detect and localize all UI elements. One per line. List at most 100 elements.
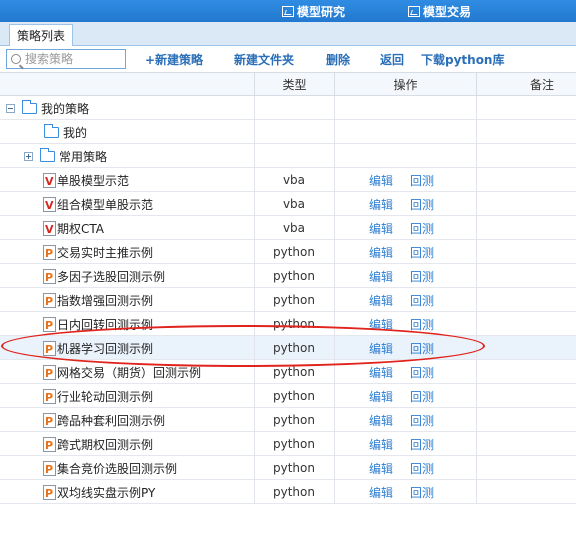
strategy-type: python [273, 461, 315, 475]
collapse-icon[interactable] [6, 103, 15, 113]
backtest-link[interactable]: 回测 [410, 408, 434, 432]
python-file-icon: P [43, 388, 56, 404]
chart-icon [408, 5, 420, 17]
strategy-name: 日内回转回测示例 [57, 317, 154, 332]
strategy-row[interactable]: P 日内回转回测示例 python 编辑 回测 [0, 312, 576, 336]
folder-icon [44, 123, 59, 138]
backtest-link[interactable]: 回测 [410, 336, 434, 360]
strategy-name: 行业轮动回测示例 [57, 389, 154, 404]
edit-link[interactable]: 编辑 [369, 336, 393, 360]
strategy-name: 机器学习回测示例 [57, 341, 154, 356]
tree-row-folder[interactable]: 常用策略 [0, 144, 576, 168]
strategy-tree-table: 我的策略 我的 常用策略 V 单股模型示范 vba 编辑 回测 V 组合模型单股示范 vba 编… [0, 96, 576, 504]
strategy-name: 组合模型单股示范 [57, 197, 154, 212]
expand-icon[interactable] [24, 151, 33, 161]
backtest-link[interactable]: 回测 [410, 456, 434, 480]
python-file-icon: P [43, 436, 56, 452]
folder-label: 常用策略 [59, 149, 108, 164]
backtest-link[interactable]: 回测 [410, 240, 434, 264]
header-note[interactable]: 备注 [476, 73, 576, 95]
table-header: 类型 操作 备注 [0, 72, 576, 96]
backtest-link[interactable]: 回测 [410, 432, 434, 456]
strategy-row[interactable]: P 集合竞价选股回测示例 python 编辑 回测 [0, 456, 576, 480]
top-bar: 模型研究 模型交易 [0, 0, 576, 22]
edit-link[interactable]: 编辑 [369, 432, 393, 456]
strategy-name: 集合竞价选股回测示例 [57, 461, 178, 476]
strategy-row[interactable]: P 双均线实盘示例PY python 编辑 回测 [0, 480, 576, 504]
folder-icon [22, 99, 37, 114]
python-file-icon: P [43, 460, 56, 476]
model-trading-label: 模型交易 [423, 4, 472, 19]
strategy-name: 多因子选股回测示例 [57, 269, 166, 284]
search-input[interactable] [25, 52, 121, 66]
model-research-label: 模型研究 [297, 4, 346, 19]
strategy-type: python [273, 365, 315, 379]
backtest-link[interactable]: 回测 [410, 216, 434, 240]
strategy-type: python [273, 413, 315, 427]
edit-link[interactable]: 编辑 [369, 480, 393, 504]
header-type[interactable]: 类型 [254, 73, 334, 95]
header-name [0, 73, 254, 95]
chart-icon [282, 5, 294, 17]
strategy-row[interactable]: V 期权CTA vba 编辑 回测 [0, 216, 576, 240]
tree-row-folder[interactable]: 我的 [0, 120, 576, 144]
python-file-icon: P [43, 340, 56, 356]
strategy-row[interactable]: P 跨式期权回测示例 python 编辑 回测 [0, 432, 576, 456]
strategy-name: 跨式期权回测示例 [57, 437, 154, 452]
strategy-row[interactable]: V 单股模型示范 vba 编辑 回测 [0, 168, 576, 192]
edit-link[interactable]: 编辑 [369, 408, 393, 432]
backtest-link[interactable]: 回测 [410, 480, 434, 504]
tree-row-folder[interactable]: 我的策略 [0, 96, 576, 120]
search-box[interactable] [6, 49, 126, 69]
strategy-row[interactable]: V 组合模型单股示范 vba 编辑 回测 [0, 192, 576, 216]
strategy-name: 网格交易（期货）回测示例 [57, 365, 202, 380]
backtest-link[interactable]: 回测 [410, 384, 434, 408]
backtest-link[interactable]: 回测 [410, 360, 434, 384]
delete-button[interactable]: 删除 [326, 49, 350, 69]
vba-file-icon: V [43, 220, 56, 236]
strategy-row[interactable]: P 多因子选股回测示例 python 编辑 回测 [0, 264, 576, 288]
edit-link[interactable]: 编辑 [369, 312, 393, 336]
model-trading-button[interactable]: 模型交易 [408, 0, 471, 22]
model-research-button[interactable]: 模型研究 [282, 0, 345, 22]
strategy-name: 跨品种套利回测示例 [57, 413, 166, 428]
strategy-type: vba [282, 221, 306, 235]
download-python-lib-button[interactable]: 下载python库 [421, 49, 504, 69]
edit-link[interactable]: 编辑 [369, 360, 393, 384]
new-strategy-button[interactable]: +新建策略 [145, 49, 203, 69]
backtest-link[interactable]: 回测 [410, 264, 434, 288]
python-file-icon: P [43, 244, 56, 260]
edit-link[interactable]: 编辑 [369, 168, 393, 192]
backtest-link[interactable]: 回测 [410, 312, 434, 336]
strategy-row[interactable]: P 网格交易（期货）回测示例 python 编辑 回测 [0, 360, 576, 384]
backtest-link[interactable]: 回测 [410, 288, 434, 312]
strategy-row[interactable]: P 交易实时主推示例 python 编辑 回测 [0, 240, 576, 264]
edit-link[interactable]: 编辑 [369, 456, 393, 480]
strategy-name: 双均线实盘示例PY [57, 485, 156, 500]
backtest-link[interactable]: 回测 [410, 192, 434, 216]
tab-bar: 策略列表 [0, 22, 576, 46]
strategy-row[interactable]: P 行业轮动回测示例 python 编辑 回测 [0, 384, 576, 408]
toolbar: +新建策略 新建文件夹 删除 返回 下载python库 [0, 46, 576, 72]
strategy-name: 交易实时主推示例 [57, 245, 154, 260]
edit-link[interactable]: 编辑 [369, 384, 393, 408]
edit-link[interactable]: 编辑 [369, 288, 393, 312]
edit-link[interactable]: 编辑 [369, 192, 393, 216]
folder-label: 我的策略 [41, 101, 90, 116]
strategy-name: 单股模型示范 [57, 173, 130, 188]
vba-file-icon: V [43, 196, 56, 212]
edit-link[interactable]: 编辑 [369, 216, 393, 240]
backtest-link[interactable]: 回测 [410, 168, 434, 192]
strategy-row[interactable]: P 跨品种套利回测示例 python 编辑 回测 [0, 408, 576, 432]
header-action[interactable]: 操作 [334, 73, 476, 95]
strategy-type: python [273, 389, 315, 403]
back-button[interactable]: 返回 [380, 49, 404, 69]
new-folder-button[interactable]: 新建文件夹 [234, 49, 294, 69]
strategy-row[interactable]: P 机器学习回测示例 python 编辑 回测 [0, 336, 576, 360]
edit-link[interactable]: 编辑 [369, 240, 393, 264]
tab-strategy-list[interactable]: 策略列表 [9, 24, 74, 46]
strategy-row[interactable]: P 指数增强回测示例 python 编辑 回测 [0, 288, 576, 312]
edit-link[interactable]: 编辑 [369, 264, 393, 288]
strategy-type: python [273, 341, 315, 355]
strategy-type: python [273, 485, 315, 499]
